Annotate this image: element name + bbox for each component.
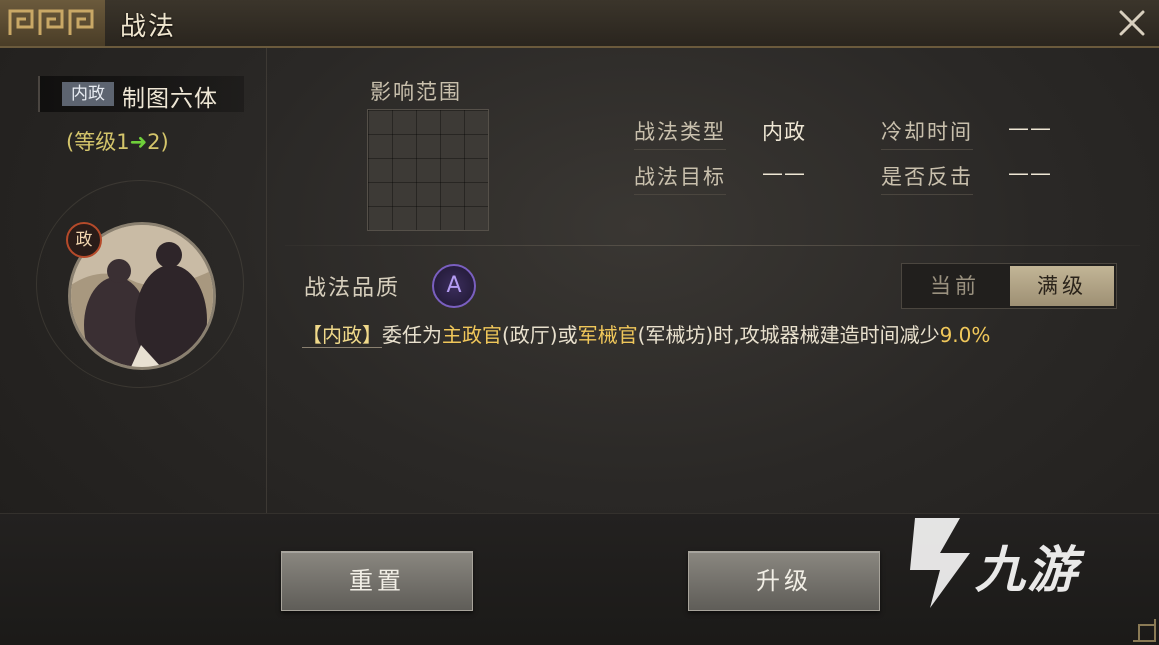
description-text-3: (军械坊)时,攻城器械建造时间减少 <box>637 323 940 347</box>
skill-name: 制图六体 <box>122 86 218 112</box>
skill-level: (等级1➜2) <box>66 126 169 156</box>
cooldown-value: —— <box>1008 116 1052 140</box>
description-tag: 【内政】 <box>302 323 382 348</box>
level-to: 2) <box>147 130 169 154</box>
range-grid <box>367 109 489 231</box>
description-role-1: 主政官 <box>442 323 502 347</box>
ornament-pattern-icon <box>8 9 94 35</box>
close-icon <box>1119 10 1145 36</box>
upgrade-button[interactable]: 升级 <box>688 551 880 611</box>
description-text-2: (政厅)或 <box>502 323 578 347</box>
counter-label: 是否反击 <box>881 161 973 195</box>
description-text-1: 委任为 <box>382 323 442 347</box>
range-label: 影响范围 <box>370 80 462 104</box>
skill-target-value: —— <box>762 161 806 185</box>
corner-ornament-icon <box>1133 619 1156 642</box>
skill-name-box: 内政 制图六体 <box>38 76 244 112</box>
description-role-2: 军械官 <box>577 323 638 347</box>
divider <box>285 245 1140 246</box>
close-button[interactable] <box>1115 6 1149 40</box>
skill-type-tag: 内政 <box>62 82 114 106</box>
level-toggle: 当前 满级 <box>901 263 1117 309</box>
quality-label: 战法品质 <box>304 276 401 301</box>
window-title: 战法 <box>120 12 177 42</box>
watermark-text: 九游 <box>975 541 1079 599</box>
tab-max-level[interactable]: 满级 <box>1010 266 1114 306</box>
cooldown-label: 冷却时间 <box>881 116 973 150</box>
counter-value: —— <box>1008 161 1052 185</box>
level-from: (等级1 <box>66 130 130 154</box>
politics-badge: 政 <box>66 222 102 258</box>
reset-button[interactable]: 重置 <box>281 551 473 611</box>
description-value: 9.0% <box>939 323 991 347</box>
quality-grade-badge: A <box>432 264 476 308</box>
skill-type-value: 内政 <box>762 120 806 144</box>
arrow-right-icon: ➜ <box>129 130 148 154</box>
skill-target-label: 战法目标 <box>634 161 726 195</box>
skill-type-label: 战法类型 <box>634 116 726 150</box>
skill-description: 【内政】委任为主政官(政厅)或军械官(军械坊)时,攻城器械建造时间减少9.0% <box>302 318 1132 352</box>
title-ornament <box>0 0 105 46</box>
tab-current-level[interactable]: 当前 <box>902 264 1008 308</box>
skill-panel: 战法 内政 制图六体 (等级1➜2) 政 影响范围 战法类型 内政 战法目标 —… <box>0 0 1159 645</box>
title-bar: 战法 <box>0 0 1159 48</box>
